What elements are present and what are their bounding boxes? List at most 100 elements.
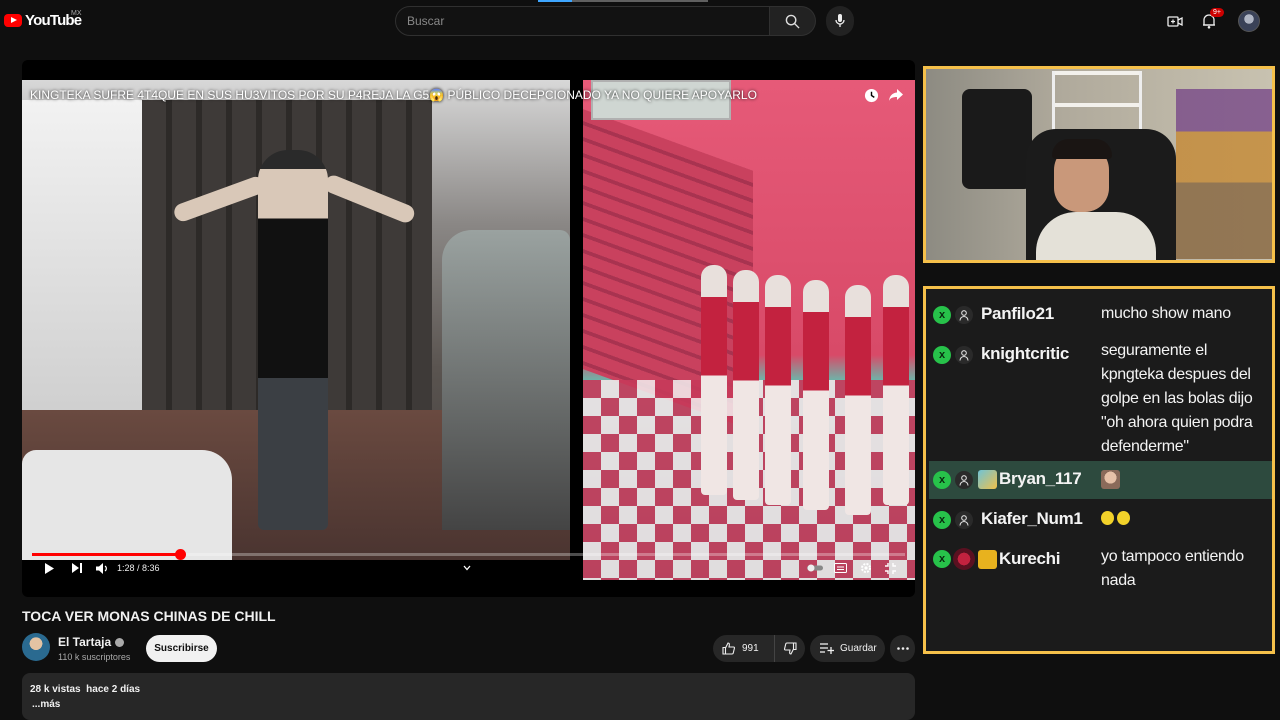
dancer	[803, 280, 829, 510]
chat-text: mucho show mano	[1101, 305, 1231, 322]
bed	[22, 450, 232, 560]
more-actions-button[interactable]	[890, 635, 915, 662]
chat-overlay: x Panfilo21 mucho show mano x knightcrit…	[923, 286, 1275, 654]
progress-fill	[32, 553, 181, 556]
dancer	[883, 275, 909, 505]
crown-badge-icon	[978, 550, 997, 569]
user-icon	[955, 471, 973, 489]
dancing-person	[258, 150, 328, 530]
play-button[interactable]	[42, 561, 56, 575]
chat-text: seguramente el kpngteka despues del golp…	[1101, 342, 1253, 455]
chat-username: Kurechi	[999, 549, 1061, 568]
youtube-play-icon	[4, 14, 22, 27]
youtube-logo[interactable]: YouTube MX	[4, 10, 82, 29]
play-icon	[45, 562, 54, 574]
playlist-add-icon	[820, 643, 834, 654]
notification-badge: 9+	[1210, 8, 1224, 17]
autoplay-toggle-icon	[807, 564, 823, 572]
search-button[interactable]	[770, 6, 816, 36]
voice-search-button[interactable]	[826, 6, 854, 36]
chat-message: x knightcritic seguramente el kpngteka d…	[929, 337, 1272, 459]
chat-message: x Panfilo21 mucho show mano	[929, 299, 1272, 333]
player-controls: 1:28 / 8:36	[22, 557, 915, 579]
user-icon	[955, 511, 973, 529]
streamer-hair	[1052, 139, 1112, 159]
search-icon	[785, 14, 800, 29]
xbox-icon: x	[933, 346, 951, 364]
more-horizontal-icon	[896, 647, 909, 650]
chat-username: Panfilo21	[981, 304, 1054, 323]
xbox-icon: x	[933, 511, 951, 529]
chat-username: knightcritic	[981, 344, 1070, 363]
xbox-icon: x	[933, 306, 951, 324]
dancer	[701, 265, 727, 495]
user-avatar	[953, 548, 975, 570]
subtitles-icon	[833, 563, 847, 573]
fullscreen-exit-button[interactable]	[882, 561, 898, 575]
create-button[interactable]	[1165, 11, 1185, 31]
video-right-panel	[583, 80, 915, 580]
channel-name: El Tartaja	[58, 635, 112, 649]
progress-bar[interactable]	[32, 549, 905, 560]
streamer-shirt	[1036, 212, 1156, 260]
next-icon	[72, 563, 82, 573]
video-overlay-title[interactable]: KINGTEKA SUFRE 4T4QUE EN SUS HU3VITOS PO…	[30, 88, 757, 102]
next-button[interactable]	[70, 561, 84, 575]
chat-username: Bryan_117	[999, 469, 1082, 488]
save-label: Guardar	[840, 643, 877, 654]
dislike-button[interactable]	[775, 635, 805, 662]
notifications-button[interactable]: 9+	[1199, 8, 1224, 31]
save-button[interactable]: Guardar	[810, 635, 885, 662]
logo-region: MX	[71, 10, 82, 17]
share-button[interactable]	[888, 88, 904, 102]
top-bar: YouTube MX 9+	[0, 0, 1280, 44]
like-count: 991	[742, 643, 759, 654]
channel-name-link[interactable]: El Tartaja	[58, 635, 125, 649]
views-and-date: 28 k vistas hace 2 días	[30, 684, 141, 695]
subscriber-count: 110 k suscriptores	[58, 652, 131, 662]
xbox-icon: x	[933, 550, 951, 568]
chat-message: x Kiafer_Num1	[929, 503, 1272, 537]
dancer	[845, 285, 871, 515]
search-bar	[395, 6, 842, 36]
xbox-icon: x	[933, 471, 951, 489]
gaming-chair	[442, 230, 570, 530]
channel-avatar[interactable]	[22, 633, 50, 661]
subscribe-button[interactable]: Suscribirse	[146, 635, 217, 662]
like-dislike-group: 991	[713, 635, 805, 662]
microphone-icon	[835, 14, 845, 27]
thumbs-up-icon	[722, 642, 735, 655]
subtitles-button[interactable]	[832, 561, 848, 575]
chat-message-highlighted: x Bryan_117	[929, 461, 1272, 499]
show-more-link[interactable]: ...más	[32, 699, 60, 710]
like-button[interactable]: 991	[713, 635, 775, 662]
account-avatar[interactable]	[1238, 10, 1260, 32]
webcam-overlay	[923, 66, 1275, 263]
settings-button[interactable]	[858, 561, 874, 575]
user-icon	[955, 346, 973, 364]
dancer	[765, 275, 791, 505]
autoplay-toggle[interactable]	[806, 561, 824, 575]
subscriber-badge-icon	[978, 470, 997, 489]
search-input[interactable]	[395, 6, 770, 36]
volume-icon	[96, 562, 107, 574]
video-player[interactable]: KINGTEKA SUFRE 4T4QUE EN SUS HU3VITOS PO…	[22, 60, 915, 597]
clapping-emote-icon	[1101, 511, 1130, 525]
chapters-button[interactable]	[460, 561, 474, 575]
chat-username: Kiafer_Num1	[981, 509, 1083, 528]
volume-button[interactable]	[95, 561, 109, 575]
loading-bar	[538, 0, 708, 2]
video-left-panel	[22, 80, 570, 560]
thumbs-down-icon	[783, 642, 797, 655]
time-display: 1:28 / 8:36	[117, 563, 160, 573]
gear-icon	[861, 563, 871, 573]
hanging-jersey	[962, 89, 1032, 189]
description-box[interactable]: 28 k vistas hace 2 días ...más	[22, 673, 915, 720]
create-video-icon	[1167, 15, 1183, 27]
verified-icon	[115, 638, 125, 648]
chat-message: x Kurechi yo tampoco entiendo nada	[929, 541, 1272, 597]
watch-later-button[interactable]	[864, 88, 879, 103]
chevron-down-icon	[463, 565, 471, 571]
user-icon	[955, 306, 973, 324]
video-title: TOCA VER MONAS CHINAS DE CHILL	[22, 608, 276, 624]
